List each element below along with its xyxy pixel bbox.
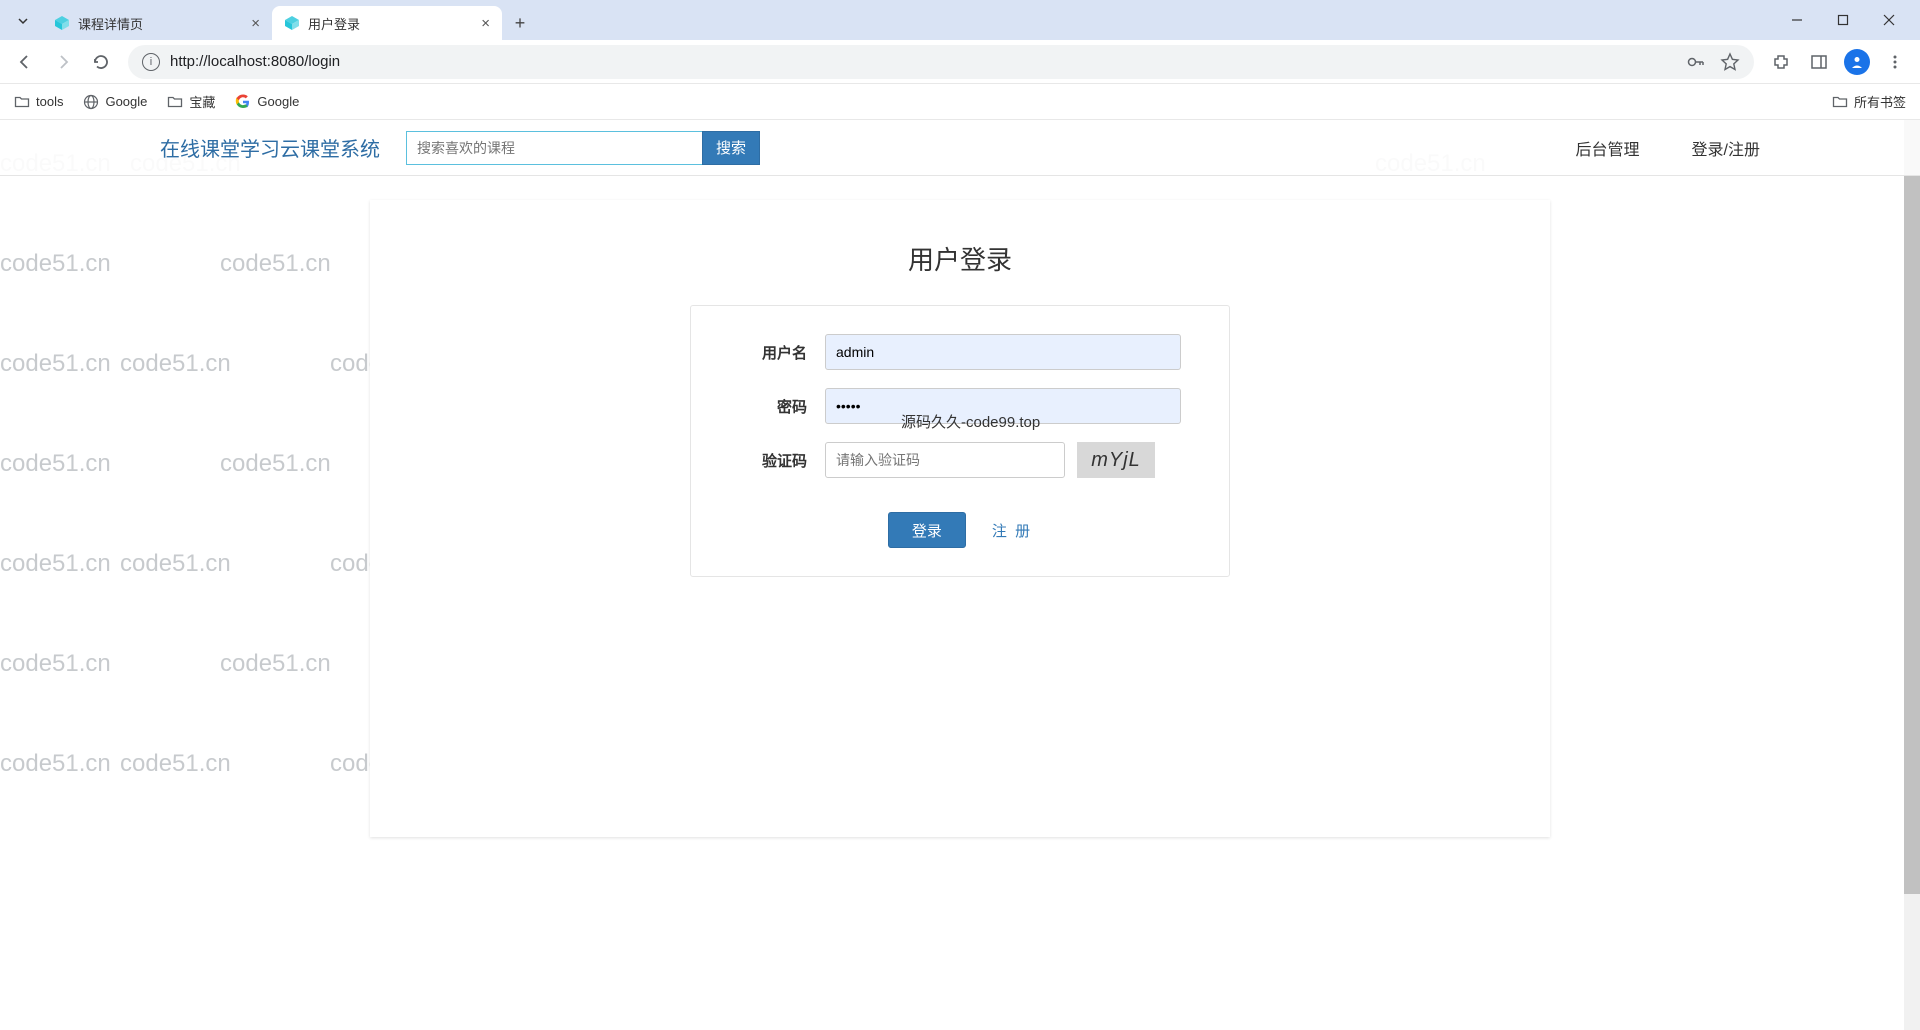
bookmark-google-2[interactable]: Google [235,94,299,110]
url-text: http://localhost:8080/login [170,53,340,70]
all-bookmarks-label: 所有书签 [1854,92,1906,111]
captcha-input[interactable] [825,442,1065,478]
bookmark-label: Google [105,94,147,109]
extensions-icon[interactable] [1764,45,1798,79]
globe-icon [83,94,99,110]
folder-icon [1832,94,1848,110]
captcha-label: 验证码 [739,450,825,471]
search-input[interactable] [406,131,702,165]
register-link[interactable]: 注 册 [992,520,1032,541]
all-bookmarks-button[interactable]: 所有书签 [1832,92,1906,111]
bookmark-label: Google [257,94,299,109]
bookmarks-bar: tools Google 宝藏 Google 所有书签 [0,84,1920,120]
tab-title: 用户登录 [308,14,473,33]
profile-button[interactable] [1840,45,1874,79]
password-label: 密码 [739,396,825,417]
watermark-source-text: 源码久久-code99.top [901,411,1040,432]
address-bar: i http://localhost:8080/login [0,40,1920,84]
bookmark-tools[interactable]: tools [14,94,63,110]
captcha-image[interactable]: mYjL [1077,442,1155,478]
favicon-icon [284,15,300,31]
close-window-button[interactable] [1866,4,1912,36]
content-panel: 用户登录 用户名 密码 源码久久-code99.top 验证码 mYjL 登录 … [370,200,1550,837]
back-button[interactable] [8,45,42,79]
login-register-link[interactable]: 登录/注册 [1692,136,1760,160]
url-box[interactable]: i http://localhost:8080/login [128,45,1754,79]
google-g-icon [235,94,251,110]
bookmark-star-icon[interactable] [1720,52,1740,72]
close-icon[interactable]: × [251,15,260,32]
login-title: 用户登录 [370,240,1550,277]
bookmark-treasure[interactable]: 宝藏 [167,92,215,111]
tab-search-button[interactable] [8,6,38,36]
tab-course-detail[interactable]: 课程详情页 × [42,6,272,40]
bookmark-google-1[interactable]: Google [83,94,147,110]
minimize-button[interactable] [1774,4,1820,36]
site-header: 在线课堂学习云课堂系统 搜索 后台管理 登录/注册 [0,120,1920,176]
tab-title: 课程详情页 [78,14,243,33]
folder-icon [167,94,183,110]
site-logo[interactable]: 在线课堂学习云课堂系统 [160,133,380,162]
profile-avatar-icon [1844,49,1870,75]
new-tab-button[interactable]: + [506,9,534,37]
forward-button[interactable] [46,45,80,79]
username-input[interactable] [825,334,1181,370]
side-panel-icon[interactable] [1802,45,1836,79]
search-button[interactable]: 搜索 [702,131,760,165]
site-info-icon[interactable]: i [142,53,160,71]
reload-button[interactable] [84,45,118,79]
maximize-button[interactable] [1820,4,1866,36]
folder-icon [14,94,30,110]
bookmark-label: 宝藏 [189,92,215,111]
login-button[interactable]: 登录 [888,512,966,548]
close-icon[interactable]: × [481,15,490,32]
favicon-icon [54,15,70,31]
bookmark-label: tools [36,94,63,109]
tab-user-login[interactable]: 用户登录 × [272,6,502,40]
admin-link[interactable]: 后台管理 [1576,136,1640,160]
password-key-icon[interactable] [1686,52,1706,72]
username-label: 用户名 [739,342,825,363]
menu-button[interactable] [1878,45,1912,79]
tab-strip: 课程详情页 × 用户登录 × + [0,0,1920,40]
login-form: 用户名 密码 源码久久-code99.top 验证码 mYjL 登录 注 册 [690,305,1230,577]
